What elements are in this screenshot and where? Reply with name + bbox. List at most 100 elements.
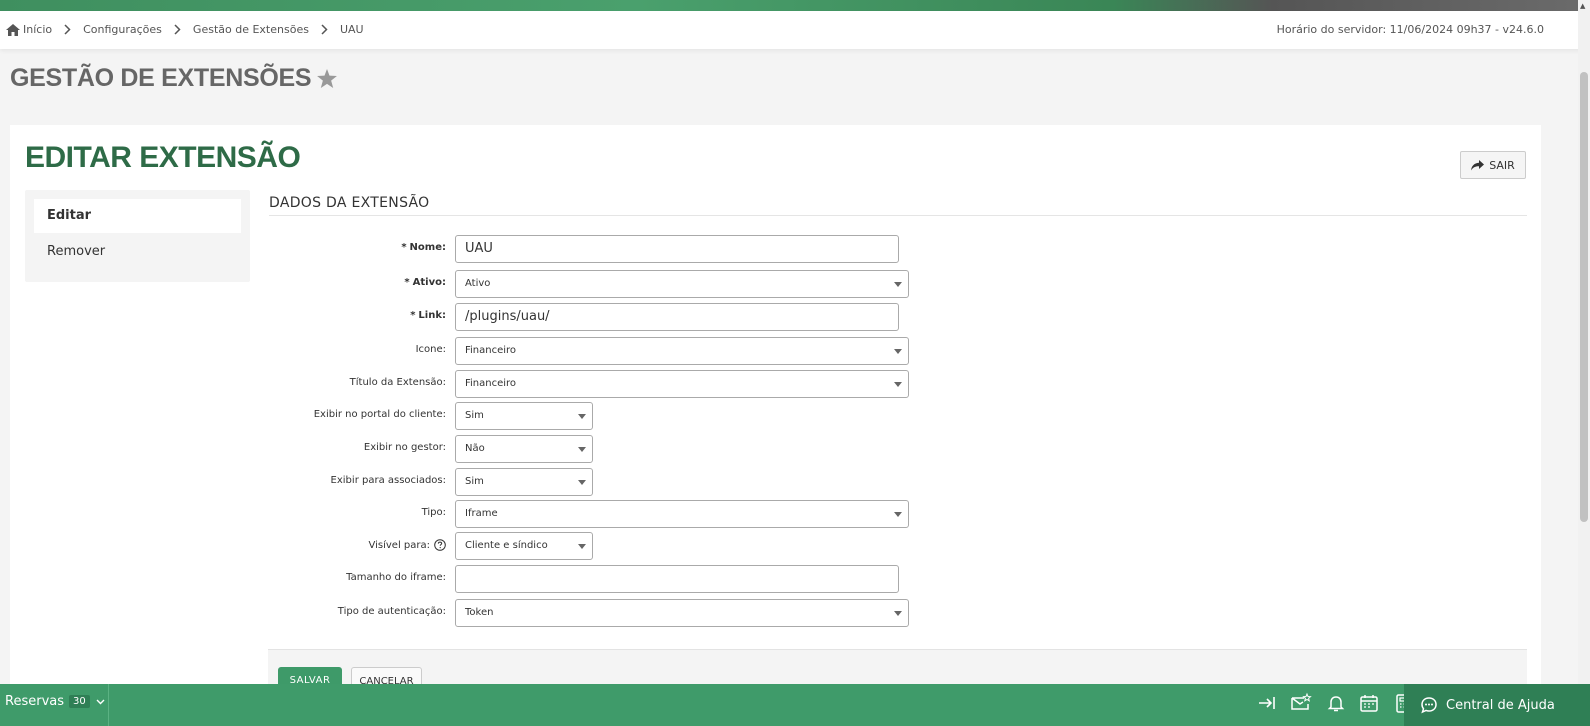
- collapse-arrow-icon[interactable]: [1256, 692, 1278, 714]
- chevron-right-icon: [321, 24, 328, 35]
- portal-cliente-select-value: Sim: [465, 410, 484, 421]
- link-label: * Link:: [410, 310, 446, 321]
- exit-button-label: SAIR: [1489, 158, 1515, 172]
- bottom-bar: Reservas 30 Central de Ajuda: [0, 684, 1590, 726]
- question-circle-icon[interactable]: [434, 539, 446, 551]
- dropdown-caret-icon: [578, 480, 586, 485]
- tamanho-iframe-label: Tamanho do iframe:: [346, 572, 446, 583]
- associados-label: Exibir para associados:: [330, 475, 446, 486]
- ativo-select[interactable]: Ativo: [455, 270, 909, 298]
- dropdown-caret-icon: [578, 414, 586, 419]
- mail-star-icon[interactable]: [1290, 692, 1312, 714]
- edit-extension-card: EDITAR EXTENSÃO SAIR Editar Remover DADO…: [10, 125, 1541, 697]
- form-row-autenticacao: Tipo de autenticação: Token: [10, 599, 1010, 627]
- gestor-label: Exibir no gestor:: [363, 442, 446, 453]
- form-row-associados: Exibir para associados: Sim: [10, 468, 1010, 496]
- titulo-select[interactable]: Financeiro: [455, 370, 909, 398]
- chevron-right-icon: [64, 24, 71, 35]
- breadcrumb: Início Configurações Gestão de Extensões…: [6, 23, 364, 36]
- gestor-select[interactable]: Não: [455, 435, 593, 463]
- link-label-text: Link:: [418, 310, 446, 321]
- dropdown-caret-icon: [578, 544, 586, 549]
- form-row-link: * Link: /plugins/uau/: [10, 303, 1010, 331]
- chat-bubble-icon: [1420, 696, 1438, 714]
- icone-select-value: Financeiro: [465, 345, 517, 356]
- bell-icon[interactable]: [1325, 692, 1347, 714]
- scroll-up-arrow-icon[interactable]: ▲: [1580, 2, 1585, 10]
- page-title: GESTÃO DE EXTENSÕES: [10, 64, 338, 93]
- form-row-ativo: * Ativo: Ativo: [10, 270, 1010, 298]
- tamanho-iframe-input[interactable]: [455, 565, 899, 593]
- page-title-text: GESTÃO DE EXTENSÕES: [10, 64, 312, 92]
- side-menu-edit[interactable]: Editar: [34, 199, 241, 233]
- form-row-portal-cliente: Exibir no portal do cliente: Sim: [10, 402, 1010, 430]
- breadcrumb-home[interactable]: Início: [23, 23, 52, 36]
- server-time: Horário do servidor: 11/06/2024 09h37 - …: [1276, 23, 1544, 36]
- associados-select-value: Sim: [465, 476, 484, 487]
- scrollbar-thumb[interactable]: [1580, 72, 1588, 522]
- visivel-label-text: Visível para:: [368, 539, 431, 551]
- dropdown-caret-icon: [578, 447, 586, 452]
- home-icon[interactable]: [6, 23, 20, 36]
- dropdown-caret-icon: [894, 349, 902, 354]
- link-input[interactable]: /plugins/uau/: [455, 303, 899, 331]
- form-row-gestor: Exibir no gestor: Não: [10, 435, 1010, 463]
- form-row-icone: Icone: Financeiro: [10, 337, 1010, 365]
- tipo-label: Tipo:: [421, 507, 446, 518]
- required-marker: *: [401, 242, 407, 253]
- nome-input[interactable]: UAU: [455, 235, 899, 263]
- nome-label: * Nome:: [401, 242, 446, 253]
- required-marker: *: [410, 310, 416, 321]
- gestor-select-value: Não: [465, 443, 485, 454]
- ativo-label-text: Ativo:: [412, 277, 446, 288]
- reservas-label: Reservas: [5, 694, 64, 709]
- ativo-select-value: Ativo: [465, 278, 491, 289]
- tipo-select-value: Iframe: [465, 508, 498, 519]
- dropdown-caret-icon: [894, 382, 902, 387]
- autenticacao-select-value: Token: [465, 607, 494, 618]
- tipo-select[interactable]: Iframe: [455, 500, 909, 528]
- chevron-down-icon: [96, 699, 105, 705]
- form-row-tamanho-iframe: Tamanho do iframe:: [10, 565, 1010, 593]
- help-center-label: Central de Ajuda: [1446, 697, 1555, 713]
- dropdown-caret-icon: [894, 512, 902, 517]
- star-icon[interactable]: [317, 69, 338, 88]
- autenticacao-label: Tipo de autenticação:: [337, 606, 446, 617]
- reservas-count-badge: 30: [69, 695, 90, 708]
- form-row-nome: * Nome: UAU: [10, 235, 1010, 263]
- section-divider: [269, 215, 1527, 216]
- dropdown-caret-icon: [894, 282, 902, 287]
- section-title: DADOS DA EXTENSÃO: [269, 195, 430, 211]
- card-title: EDITAR EXTENSÃO: [25, 141, 301, 174]
- portal-cliente-select[interactable]: Sim: [455, 402, 593, 430]
- help-center-button[interactable]: Central de Ajuda: [1404, 684, 1590, 726]
- share-arrow-icon: [1471, 159, 1485, 171]
- portal-cliente-label: Exibir no portal do cliente:: [313, 409, 446, 420]
- dropdown-caret-icon: [894, 611, 902, 616]
- top-bar: Início Configurações Gestão de Extensões…: [0, 11, 1590, 49]
- required-marker: *: [404, 277, 410, 288]
- ativo-label: * Ativo:: [404, 277, 446, 288]
- visivel-select-value: Cliente e síndico: [465, 540, 548, 551]
- exit-button[interactable]: SAIR: [1460, 151, 1526, 179]
- autenticacao-select[interactable]: Token: [455, 599, 909, 627]
- titulo-label: Título da Extensão:: [349, 377, 446, 388]
- calendar-icon[interactable]: [1358, 692, 1380, 714]
- form-row-visivel: Visível para: Cliente e síndico: [10, 532, 1010, 560]
- visivel-label: Visível para:: [369, 539, 447, 551]
- top-color-strip: [0, 0, 1590, 11]
- icone-select[interactable]: Financeiro: [455, 337, 909, 365]
- visivel-select[interactable]: Cliente e síndico: [455, 532, 593, 560]
- chevron-right-icon: [174, 24, 181, 35]
- bottom-bar-divider: [108, 684, 109, 726]
- icone-label: Icone:: [415, 344, 446, 355]
- reservas-menu[interactable]: Reservas 30: [5, 694, 105, 709]
- breadcrumb-gestao-extensoes[interactable]: Gestão de Extensões: [193, 23, 309, 36]
- form-row-tipo: Tipo: Iframe: [10, 500, 1010, 528]
- breadcrumb-current: UAU: [339, 23, 364, 36]
- breadcrumb-configuracoes[interactable]: Configurações: [83, 23, 162, 36]
- titulo-select-value: Financeiro: [465, 378, 517, 389]
- page-scrollbar[interactable]: ▲: [1578, 0, 1590, 684]
- form-row-titulo: Título da Extensão: Financeiro: [10, 370, 1010, 398]
- associados-select[interactable]: Sim: [455, 468, 593, 496]
